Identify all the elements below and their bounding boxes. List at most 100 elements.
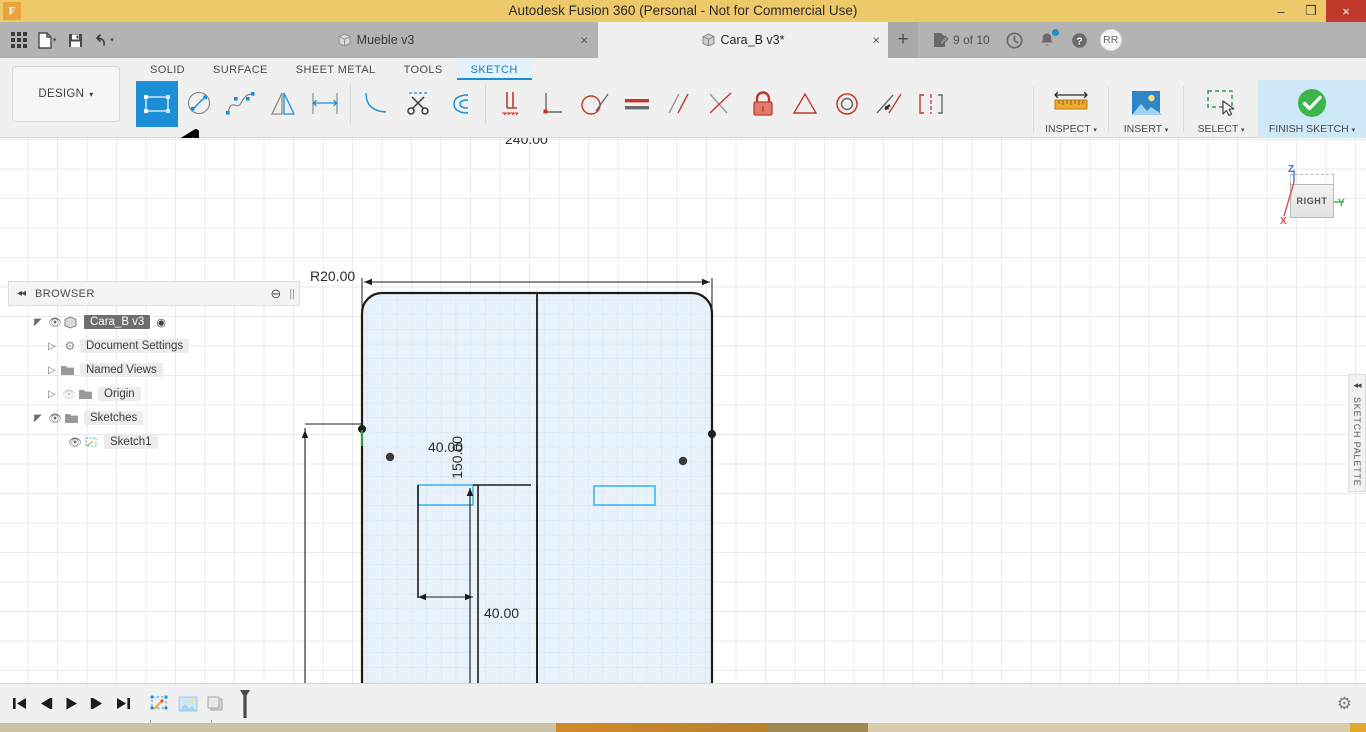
symmetry-constraint-icon[interactable] xyxy=(784,81,826,127)
view-cube[interactable]: RIGHT Z X Y xyxy=(1270,156,1348,236)
finish-sketch-button[interactable]: FINISH SKETCH ▾ xyxy=(1258,80,1366,138)
lock-constraint-icon[interactable] xyxy=(742,81,784,127)
collinear-constraint-icon[interactable] xyxy=(868,81,910,127)
new-document-button[interactable]: + xyxy=(888,22,918,58)
visibility-off-icon[interactable]: 👁 xyxy=(60,388,78,401)
tab-sheet-metal[interactable]: SHEET METAL xyxy=(282,58,390,80)
help-icon[interactable]: ? xyxy=(1063,22,1096,58)
save-icon[interactable] xyxy=(62,25,88,55)
expand-icon[interactable]: ▷ xyxy=(44,365,60,376)
file-icon[interactable]: ▾ xyxy=(34,25,60,55)
timeline-bar: ⚙ xyxy=(0,683,1366,723)
timeline-canvas-feature[interactable] xyxy=(176,693,200,715)
recent-activity-icon[interactable] xyxy=(998,22,1031,58)
parallel-constraint-icon[interactable] xyxy=(658,81,700,127)
expand-icon[interactable]: ▷ xyxy=(44,341,60,352)
expand-icon[interactable]: ◤ xyxy=(30,317,46,328)
rectangle-tool-icon[interactable] xyxy=(136,81,178,127)
user-avatar[interactable]: RR xyxy=(1100,29,1122,51)
view-cube-top-face[interactable] xyxy=(1290,174,1334,184)
browser-item-document-settings[interactable]: ▷ ⚙ Document Settings xyxy=(8,334,300,358)
sketch-canvas[interactable]: 240.00 R20.00 40.00 150.00 40.00 ◂◂ BROW… xyxy=(0,138,1366,683)
go-to-end-button[interactable] xyxy=(110,689,136,719)
timeline-body-feature[interactable] xyxy=(204,693,228,715)
maximize-button[interactable]: ❐ xyxy=(1296,0,1326,22)
document-tab-carab[interactable]: Cara_B v3* × xyxy=(598,22,888,58)
browser-item-origin[interactable]: ▷ 👁 Origin xyxy=(8,382,300,406)
dimension-label-slot-height[interactable]: 150.00 xyxy=(449,436,465,479)
tab-tools[interactable]: TOOLS xyxy=(390,58,457,80)
fillet-tool-icon[interactable] xyxy=(355,81,397,127)
expand-icon[interactable]: ◤ xyxy=(30,413,46,424)
timeline-end-marker[interactable] xyxy=(236,689,254,719)
tab-solid[interactable]: SOLID xyxy=(136,58,199,80)
minimize-button[interactable]: – xyxy=(1266,0,1296,22)
equal-constraint-icon[interactable] xyxy=(616,81,658,127)
insert-panel-button[interactable]: INSERT ▾ xyxy=(1109,80,1183,138)
sketch-palette-collapse-icon[interactable]: ◂◂ xyxy=(1353,380,1360,391)
browser-item-named-views[interactable]: ▷ Named Views xyxy=(8,358,300,382)
step-forward-button[interactable] xyxy=(84,689,110,719)
tab-sketch[interactable]: SKETCH xyxy=(457,58,532,80)
app-grid-icon[interactable] xyxy=(6,25,32,55)
perpendicular-constraint-icon[interactable] xyxy=(532,81,574,127)
visibility-icon[interactable]: 👁 xyxy=(46,412,64,425)
curvature-constraint-icon[interactable] xyxy=(910,81,952,127)
document-tab-close-icon[interactable]: × xyxy=(580,33,588,48)
gear-icon[interactable]: ⚙ xyxy=(1337,694,1352,714)
browser-item-label: Sketches xyxy=(84,411,143,425)
browser-item-cara-b[interactable]: ◤ 👁 Cara_B v3 ◉ xyxy=(8,310,300,334)
dimension-label-slot-lower[interactable]: 40.00 xyxy=(484,605,519,621)
sketch-palette-tab[interactable]: ◂◂ SKETCH PALETTE xyxy=(1348,374,1366,492)
browser-item-sketch1[interactable]: 👁 Sketch1 xyxy=(8,430,300,454)
undo-icon[interactable]: ▾ xyxy=(90,25,116,55)
browser-resize-grip[interactable]: || xyxy=(289,288,295,300)
redo-icon[interactable]: ▾ xyxy=(118,25,144,55)
job-status-button[interactable]: 9 of 10 xyxy=(924,22,998,58)
offset-tool-icon[interactable] xyxy=(304,81,346,127)
workspace-selector-button[interactable]: DESIGN ▾ xyxy=(12,66,120,122)
visibility-icon[interactable]: 👁 xyxy=(66,436,84,449)
midpoint-constraint-icon[interactable] xyxy=(700,81,742,127)
concentric-constraint-icon[interactable] xyxy=(826,81,868,127)
inspect-panel-button[interactable]: INSPECT ▾ xyxy=(1034,80,1108,138)
taskbar-item[interactable] xyxy=(768,723,868,732)
trim-tool-icon[interactable] xyxy=(397,81,439,127)
go-to-beginning-button[interactable] xyxy=(6,689,32,719)
extend-tool-icon[interactable] xyxy=(439,81,481,127)
dimension-label-width[interactable]: 240.00 xyxy=(505,138,548,147)
browser-title: BROWSER xyxy=(35,288,95,300)
spline-tool-icon[interactable] xyxy=(220,81,262,127)
tab-surface[interactable]: SURFACE xyxy=(199,58,282,80)
document-tab-mueble[interactable]: Mueble v3 × xyxy=(156,22,596,58)
visibility-icon[interactable]: 👁 xyxy=(46,316,64,329)
sketch-point xyxy=(386,453,394,461)
view-cube-front-face[interactable]: RIGHT xyxy=(1290,184,1334,218)
play-button[interactable] xyxy=(58,689,84,719)
document-tab-close-icon[interactable]: × xyxy=(872,33,880,48)
tangent-constraint-icon[interactable] xyxy=(574,81,616,127)
notifications-icon[interactable] xyxy=(1031,22,1063,58)
dimension-label-radius[interactable]: R20.00 xyxy=(310,268,355,284)
activate-component-icon[interactable]: ◉ xyxy=(156,316,166,329)
browser-item-label: Sketch1 xyxy=(104,435,158,449)
taskbar-clock[interactable] xyxy=(1350,723,1366,732)
sketch-palette-label: SKETCH PALETTE xyxy=(1352,397,1362,487)
browser-panel-header: ◂◂ BROWSER ⊖ || xyxy=(8,281,300,306)
fix-constraint-icon[interactable] xyxy=(490,81,532,127)
close-button[interactable]: × xyxy=(1326,0,1366,22)
axis-label-y: Y xyxy=(1338,198,1345,209)
circle-tool-icon[interactable] xyxy=(178,81,220,127)
select-panel-button[interactable]: SELECT ▾ xyxy=(1184,80,1258,138)
expand-icon[interactable]: ▷ xyxy=(44,389,60,400)
browser-item-label: Cara_B v3 xyxy=(84,315,150,329)
mirror-tool-icon[interactable] xyxy=(262,81,304,127)
browser-toggle-icon[interactable]: ⊖ xyxy=(270,286,281,302)
taskbar-active-item[interactable] xyxy=(556,723,768,732)
collapse-browser-icon[interactable]: ◂◂ xyxy=(17,288,25,299)
sketch-point xyxy=(679,457,687,465)
timeline-sketch-feature[interactable] xyxy=(148,693,172,715)
step-back-button[interactable] xyxy=(32,689,58,719)
component-icon xyxy=(64,316,84,329)
browser-item-sketches[interactable]: ◤ 👁 Sketches xyxy=(8,406,300,430)
